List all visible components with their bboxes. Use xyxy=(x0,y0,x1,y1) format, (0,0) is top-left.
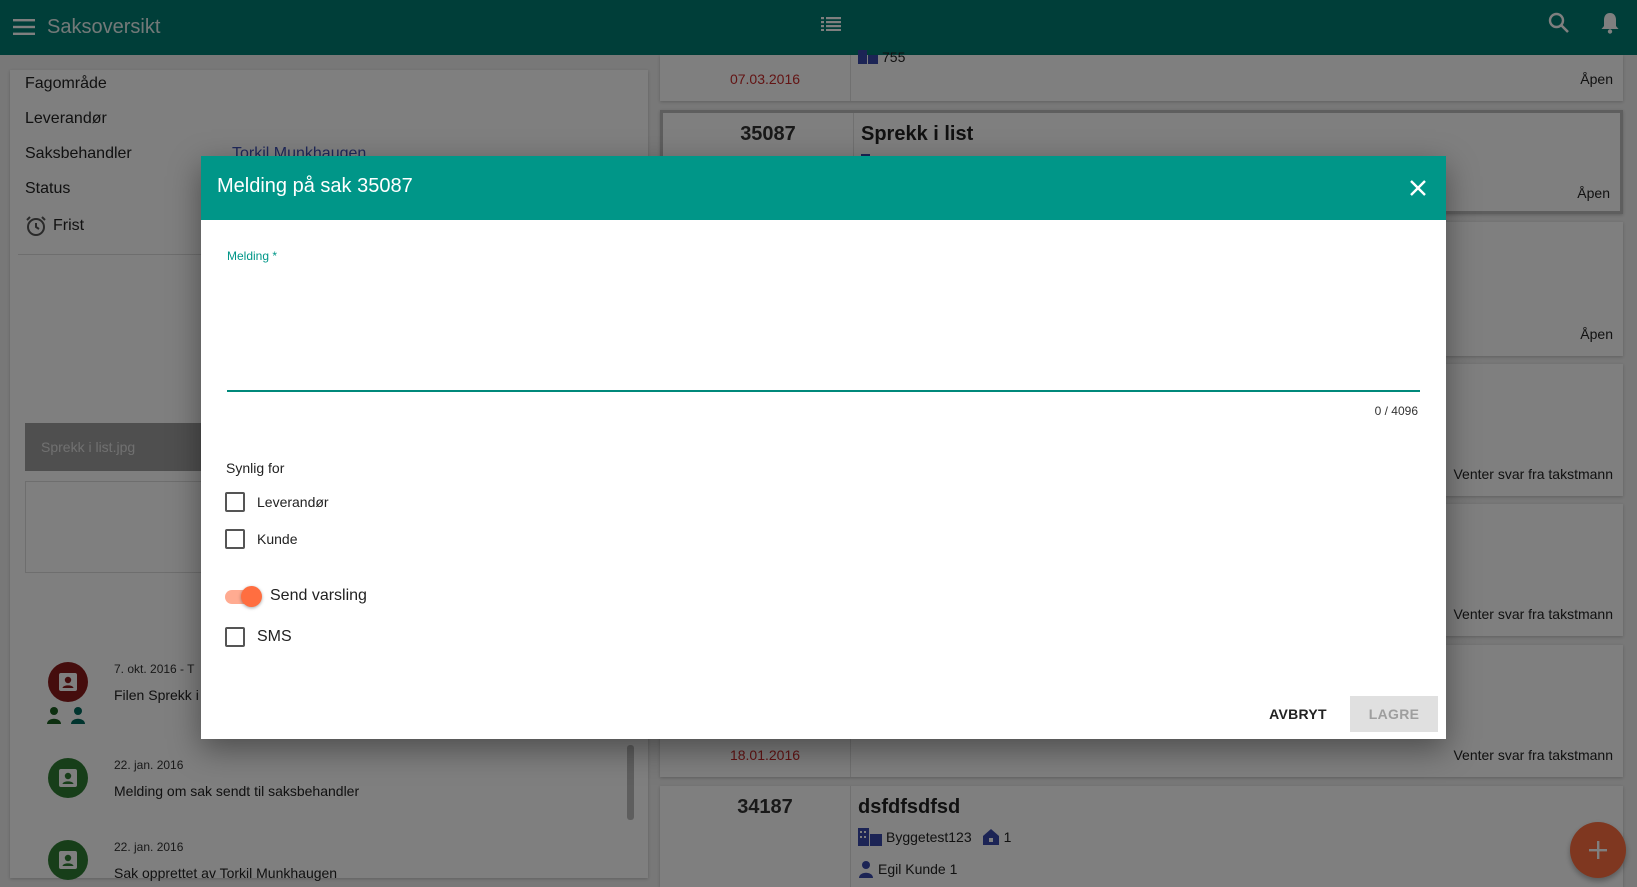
visible-for-label: Synlig for xyxy=(226,460,285,476)
save-button[interactable]: LAGRE xyxy=(1350,696,1438,732)
checkbox[interactable] xyxy=(225,492,245,512)
dialog-title: Melding på sak 35087 xyxy=(217,175,413,197)
character-counter: 0 / 4096 xyxy=(1374,404,1418,418)
send-varsling-toggle[interactable] xyxy=(225,586,262,607)
cancel-button[interactable]: AVBRYT xyxy=(1254,696,1342,732)
message-label: Melding * xyxy=(227,249,277,263)
message-dialog: Melding på sak 35087 Melding * 0 / 4096 … xyxy=(201,156,1446,739)
sms-label: SMS xyxy=(257,628,292,645)
toggle-thumb xyxy=(241,586,262,607)
required-marker: * xyxy=(272,249,278,263)
dialog-header: Melding på sak 35087 xyxy=(201,156,1446,220)
checkbox-leverandor[interactable]: Leverandør xyxy=(225,492,329,512)
checkbox-kunde[interactable]: Kunde xyxy=(225,529,297,549)
send-varsling-toggle-row[interactable]: Send varsling xyxy=(225,586,367,607)
send-varsling-label: Send varsling xyxy=(270,587,367,604)
checkbox-label: Leverandør xyxy=(257,494,329,510)
message-input[interactable] xyxy=(227,264,1420,392)
checkbox-sms[interactable]: SMS xyxy=(225,627,292,647)
checkbox-label: Kunde xyxy=(257,531,298,547)
checkbox[interactable] xyxy=(225,529,245,549)
close-icon[interactable] xyxy=(1404,174,1432,202)
message-label-text: Melding xyxy=(227,249,270,263)
checkbox[interactable] xyxy=(225,627,245,647)
